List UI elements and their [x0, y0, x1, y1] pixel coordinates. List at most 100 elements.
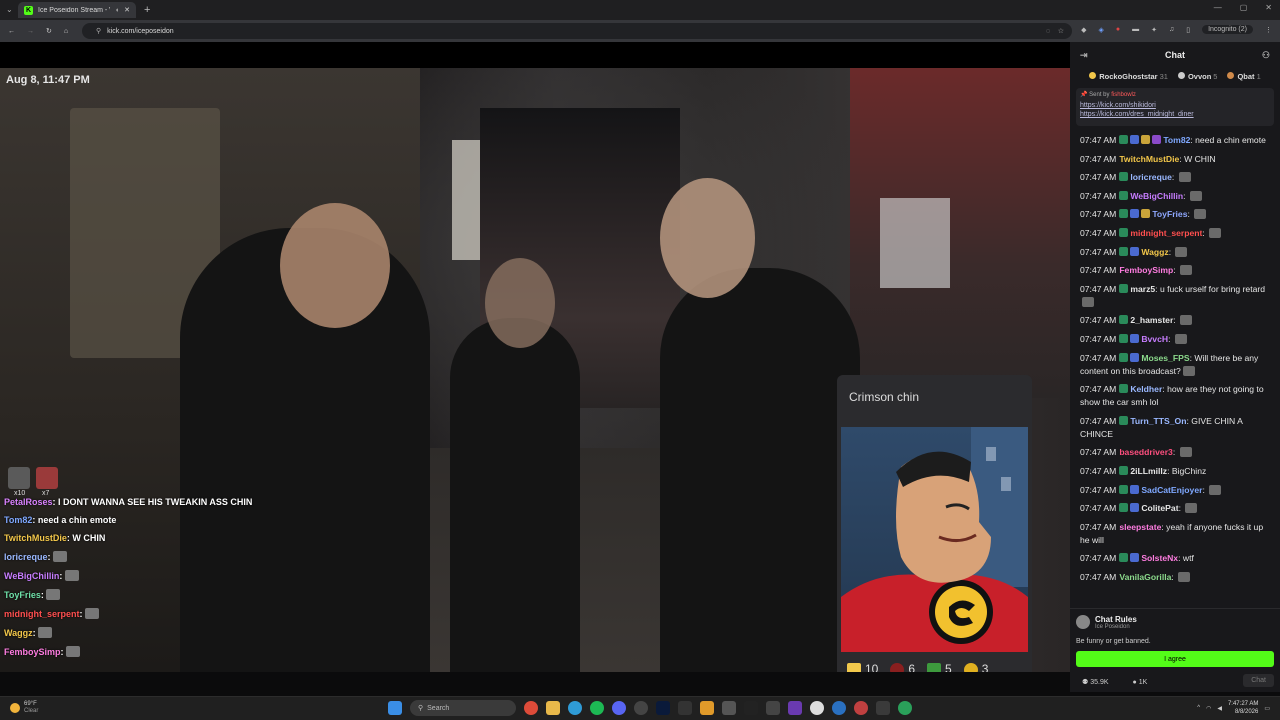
close-tab-icon[interactable]: ✕ [124, 6, 130, 14]
app-icon-15[interactable] [832, 701, 846, 715]
message-username[interactable]: loricreque [1130, 172, 1172, 182]
app-icon-13[interactable] [788, 701, 802, 715]
agree-button[interactable]: I agree [1076, 651, 1274, 667]
maximize-icon[interactable]: ▢ [1240, 3, 1248, 12]
leaderboard-entry[interactable]: Qbat 1 [1227, 71, 1261, 81]
chat-message[interactable]: 07:47 AM Tom82: need a chin emote [1080, 134, 1270, 147]
app-icon-14[interactable] [810, 701, 824, 715]
message-username[interactable]: SolsteNx [1141, 553, 1178, 563]
chat-message[interactable]: 07:47 AM 2iLLmillz: BigChinz [1080, 465, 1270, 478]
leaderboard-entry[interactable]: Ovvon 5 [1177, 71, 1217, 81]
forward-icon[interactable]: → [27, 28, 34, 35]
message-username[interactable]: ToyFries [1152, 209, 1187, 219]
close-window-icon[interactable]: ✕ [1265, 3, 1272, 12]
chat-message[interactable]: 07:47 AM WeBigChillin: [1080, 190, 1270, 203]
chat-message[interactable]: 07:47 AM loricreque: [1080, 171, 1270, 184]
address-bar[interactable]: ⚲ kick.com/iceposeidon ◌ ☆ [82, 23, 1072, 39]
site-info-icon[interactable]: ⚲ [96, 27, 101, 35]
chat-message[interactable]: 07:47 AM marz5: u fuck urself for bring r… [1080, 283, 1270, 309]
home-icon[interactable]: ⌂ [64, 28, 68, 35]
photoshop-icon[interactable] [656, 701, 670, 715]
message-username[interactable]: sleepstate [1119, 522, 1161, 532]
message-username[interactable]: ColitePat [1141, 503, 1178, 513]
system-clock[interactable]: 7:47:27 AM 8/8/2026 [1228, 700, 1258, 716]
bookmark-star-icon[interactable]: ☆ [1058, 27, 1064, 35]
message-username[interactable]: VanilaGorilla [1119, 572, 1171, 582]
back-icon[interactable]: ← [8, 28, 15, 35]
chat-message[interactable]: 07:47 AM SolsteNx: wtf [1080, 552, 1270, 565]
chat-message[interactable]: 07:47 AM baseddriver3: [1080, 446, 1270, 459]
app-icon-18[interactable] [898, 701, 912, 715]
chat-message[interactable]: 07:47 AM BvvcH: [1080, 333, 1270, 346]
chrome-icon[interactable] [524, 701, 538, 715]
minimize-icon[interactable]: — [1214, 3, 1222, 12]
message-username[interactable]: Moses_FPS [1141, 353, 1189, 363]
notifications-icon[interactable]: ▭ [1264, 705, 1270, 712]
extension-icon-3[interactable]: ● [1116, 26, 1120, 33]
extension-icon-2[interactable]: ◈ [1098, 26, 1103, 34]
chat-message[interactable]: 07:47 AM ColitePat: [1080, 502, 1270, 515]
message-username[interactable]: TwitchMustDie [1119, 154, 1179, 164]
pinned-link[interactable]: https://kick.com/shikidori [1080, 101, 1270, 110]
send-chat-button[interactable]: Chat [1243, 674, 1274, 687]
message-username[interactable]: SadCatEnjoyer [1141, 485, 1202, 495]
app-icon-9[interactable] [700, 701, 714, 715]
weather-widget[interactable]: 69°F Clear [10, 701, 38, 715]
video-player[interactable]: Aug 8, 11:47 PM x10 x7 PetalRoses: I DON… [0, 42, 1070, 672]
chat-message[interactable]: 07:47 AM VanilaGorilla: [1080, 571, 1270, 584]
chat-message[interactable]: 07:47 AM sleepstate: yeah if anyone fucks… [1080, 521, 1270, 547]
network-icon[interactable]: ◠ [1206, 705, 1211, 712]
app-icon-11[interactable] [744, 701, 758, 715]
app-icon-16[interactable] [854, 701, 868, 715]
chat-message[interactable]: 07:47 AM Moses_FPS: Will there be any con… [1080, 352, 1270, 378]
windows-start-icon[interactable] [388, 701, 402, 715]
message-username[interactable]: WeBigChillin [1130, 191, 1183, 201]
menu-kebab-icon[interactable]: ⋮ [1265, 26, 1272, 34]
message-username[interactable]: marz5 [1130, 284, 1155, 294]
media-icon[interactable]: ♫ [1169, 26, 1174, 33]
message-username[interactable]: baseddriver3 [1119, 447, 1173, 457]
obs-icon[interactable] [634, 701, 648, 715]
message-username[interactable]: BvvcH [1141, 334, 1168, 344]
app-icon-17[interactable] [876, 701, 890, 715]
message-username[interactable]: Turn_TTS_On [1130, 416, 1186, 426]
chat-message[interactable]: 07:47 AM TwitchMustDie: W CHIN [1080, 153, 1270, 166]
chat-message[interactable]: 07:47 AM 2_hamster: [1080, 314, 1270, 327]
chat-message[interactable]: 07:47 AM FemboySimp: [1080, 264, 1270, 277]
terminal-icon[interactable] [678, 701, 692, 715]
chat-message[interactable]: 07:47 AM midnight_serpent: [1080, 227, 1270, 240]
chat-users-icon[interactable]: ⚇ [1262, 50, 1270, 61]
tray-chevron-icon[interactable]: ^ [1197, 705, 1200, 711]
chat-message[interactable]: 07:47 AM ToyFries: [1080, 208, 1270, 221]
extension-icon-1[interactable]: ◆ [1081, 26, 1086, 34]
eye-off-icon[interactable]: ◌ [1046, 28, 1050, 35]
message-username[interactable]: midnight_serpent [1130, 228, 1202, 238]
message-username[interactable]: Keldher [1130, 384, 1162, 394]
app-icon-10[interactable] [722, 701, 736, 715]
browser-tab[interactable]: K Ice Poseidon Stream - Watc ◖ ✕ [18, 2, 136, 18]
chat-message[interactable]: 07:47 AM Waggz: [1080, 246, 1270, 259]
discord-icon[interactable] [612, 701, 626, 715]
pinned-link[interactable]: https://kick.com/dres_midnight_diner [1080, 110, 1270, 119]
edge-icon[interactable] [568, 701, 582, 715]
leaderboard-entry[interactable]: RockoGhoststar 31 [1089, 71, 1168, 81]
chat-message[interactable]: 07:47 AM SadCatEnjoyer: [1080, 484, 1270, 497]
taskbar-search[interactable]: ⚲ Search [410, 700, 516, 716]
spotify-icon[interactable] [590, 701, 604, 715]
app-icon-12[interactable] [766, 701, 780, 715]
file-explorer-icon[interactable] [546, 701, 560, 715]
message-username[interactable]: FemboySimp [1119, 265, 1173, 275]
incognito-badge[interactable]: Incognito (2) [1202, 25, 1253, 34]
message-username[interactable]: 2_hamster [1130, 315, 1173, 325]
extension-icon-4[interactable]: ▬ [1132, 26, 1139, 33]
message-username[interactable]: 2iLLmillz [1130, 466, 1167, 476]
message-username[interactable]: Waggz [1141, 247, 1168, 257]
sidepanel-icon[interactable]: ▯ [1186, 26, 1190, 34]
extensions-puzzle-icon[interactable]: ✦ [1151, 26, 1157, 34]
chat-message[interactable]: 07:47 AM Keldher: how are they not going … [1080, 383, 1270, 409]
reload-icon[interactable]: ↻ [46, 27, 52, 35]
tab-list-icon[interactable]: ⌄ [6, 5, 13, 14]
new-tab-button[interactable]: + [144, 4, 150, 16]
message-username[interactable]: Tom82 [1163, 135, 1190, 145]
volume-icon[interactable]: ◀ [1217, 705, 1222, 712]
